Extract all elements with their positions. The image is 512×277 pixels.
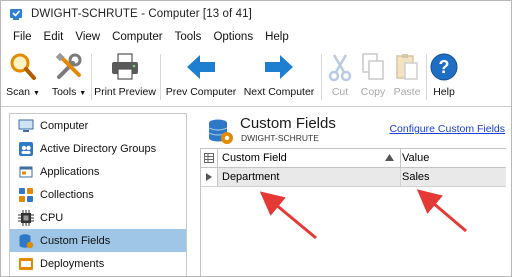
- page-subtitle: DWIGHT-SCHRUTE: [241, 133, 319, 143]
- menu-file[interactable]: File: [7, 31, 38, 43]
- paste-icon: [396, 54, 418, 80]
- sidebar-item-label: Computer: [40, 119, 89, 132]
- column-header-label: Value: [402, 152, 430, 164]
- sidebar-item-label: CPU: [40, 211, 64, 224]
- cell-value[interactable]: Sales: [398, 168, 510, 186]
- arrow-left-icon: [187, 55, 215, 79]
- chevron-down-icon: ▼: [79, 90, 87, 97]
- menu-options[interactable]: Options: [207, 31, 259, 43]
- applications-icon: [18, 164, 34, 180]
- page-title: Custom Fields: [240, 115, 336, 132]
- sort-ascending-icon: [385, 154, 394, 161]
- database-icon: [208, 119, 233, 144]
- application-window: DWIGHT-SCHRUTE - Computer [13 of 41] Fil…: [0, 0, 512, 277]
- chevron-down-icon: ▼: [32, 90, 40, 97]
- sidebar-item-active-directory-groups[interactable]: Active Directory Groups: [10, 137, 186, 160]
- print-preview-label: Print Preview: [94, 86, 156, 98]
- tools-label: Tools: [51, 86, 77, 98]
- menu-computer[interactable]: Computer: [106, 31, 169, 43]
- help-button[interactable]: ? Help: [429, 50, 459, 104]
- arrow-right-icon: [265, 55, 293, 79]
- copy-button[interactable]: Copy: [357, 50, 389, 104]
- scissors-icon: [328, 54, 352, 82]
- print-preview-button[interactable]: Print Preview: [93, 50, 157, 104]
- column-header-value[interactable]: Value: [398, 149, 510, 167]
- title-bar: DWIGHT-SCHRUTE - Computer [13 of 41]: [1, 1, 511, 27]
- sidebar-item-deployments[interactable]: Deployments: [10, 252, 186, 275]
- toolbar-separator: [321, 54, 322, 100]
- paste-button[interactable]: Paste: [391, 50, 423, 104]
- tools-icon: [55, 52, 82, 79]
- grid-header: Custom Field Value: [201, 149, 506, 168]
- prev-computer-button[interactable]: Prev Computer: [163, 50, 239, 104]
- sidebar-item-label: Custom Fields: [40, 234, 111, 247]
- paste-label: Paste: [393, 86, 421, 98]
- tools-button[interactable]: Tools ▼: [49, 50, 89, 104]
- help-label: Help: [433, 86, 455, 98]
- copy-label: Copy: [360, 86, 386, 98]
- menu-view[interactable]: View: [69, 31, 106, 43]
- deployments-icon: [18, 256, 34, 272]
- row-selector[interactable]: [201, 168, 218, 186]
- cpu-icon: [18, 209, 34, 226]
- column-header-custom-field[interactable]: Custom Field: [218, 149, 401, 167]
- row-pointer-icon: [206, 173, 212, 181]
- toolbar-separator: [91, 54, 92, 100]
- sidebar-item-label: Deployments: [40, 257, 105, 270]
- ad-groups-icon: [18, 141, 34, 157]
- table-icon: [204, 153, 214, 163]
- next-computer-button[interactable]: Next Computer: [241, 50, 317, 104]
- sidebar-item-collections[interactable]: Collections: [10, 183, 186, 206]
- sidebar: Computer Active Directory Groups Applica…: [9, 113, 187, 276]
- cell-custom-field[interactable]: Department: [218, 168, 401, 186]
- computer-icon: [18, 118, 34, 134]
- svg-text:?: ?: [439, 57, 450, 77]
- collections-icon: [18, 187, 34, 203]
- menu-bar: File Edit View Computer Tools Options He…: [1, 27, 511, 47]
- cut-label: Cut: [331, 86, 349, 98]
- scan-button[interactable]: Scan ▼: [5, 50, 41, 104]
- menu-help[interactable]: Help: [259, 31, 295, 43]
- printer-icon: [112, 53, 138, 80]
- menu-edit[interactable]: Edit: [38, 31, 70, 43]
- sidebar-item-label: Applications: [40, 165, 100, 178]
- prev-computer-label: Prev Computer: [165, 86, 237, 98]
- menu-tools[interactable]: Tools: [169, 31, 208, 43]
- copy-icon: [362, 53, 384, 80]
- custom-fields-grid: Custom Field Value Department Sales: [200, 148, 506, 276]
- magnifier-icon: [10, 53, 36, 80]
- configure-custom-fields-link[interactable]: Configure Custom Fields: [389, 123, 505, 135]
- grid-corner-cell[interactable]: [201, 149, 218, 167]
- sidebar-item-label: Active Directory Groups: [40, 142, 157, 155]
- sidebar-item-computer[interactable]: Computer: [10, 114, 186, 137]
- scan-label: Scan: [6, 86, 31, 98]
- sidebar-item-custom-fields[interactable]: Custom Fields: [10, 229, 186, 252]
- toolbar-separator: [160, 54, 161, 100]
- sidebar-item-label: Collections: [40, 188, 94, 201]
- sidebar-item-applications[interactable]: Applications: [10, 160, 186, 183]
- app-logo-icon: [10, 9, 22, 20]
- next-computer-label: Next Computer: [243, 86, 315, 98]
- table-row[interactable]: Department Sales: [201, 168, 506, 187]
- main-panel: Custom Fields DWIGHT-SCHRUTE Configure C…: [194, 111, 511, 276]
- database-icon: [18, 233, 34, 249]
- window-title: DWIGHT-SCHRUTE - Computer [13 of 41]: [31, 8, 252, 20]
- help-icon: ?: [430, 53, 458, 81]
- toolbar: Scan ▼ Tools ▼ Print Preview Prev Comput…: [1, 48, 511, 107]
- column-header-label: Custom Field: [222, 152, 287, 164]
- cut-button[interactable]: Cut: [325, 50, 355, 104]
- sidebar-item-cpu[interactable]: CPU: [10, 206, 186, 229]
